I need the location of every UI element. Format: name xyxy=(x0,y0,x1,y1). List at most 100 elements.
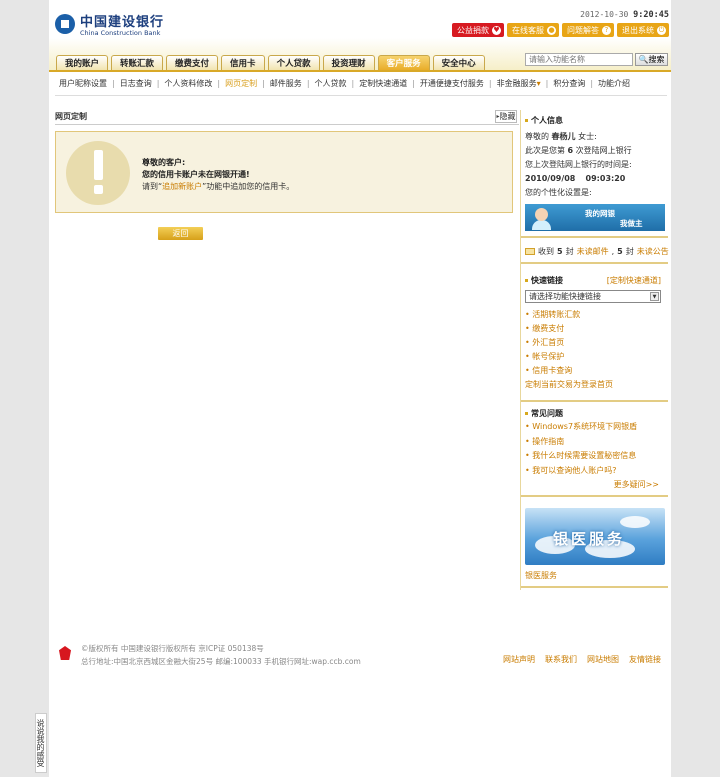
tab-payment[interactable]: 缴费支付 xyxy=(166,55,219,70)
personal-info-title: 个人信息 xyxy=(525,115,563,126)
exclamation-icon xyxy=(66,141,130,205)
search-button[interactable]: 🔍搜索 xyxy=(635,53,668,66)
chevron-down-icon: ▼ xyxy=(650,292,659,301)
faq-item[interactable]: 我可以查询他人账户吗? xyxy=(525,464,637,479)
tab-security-center[interactable]: 安全中心 xyxy=(432,55,485,70)
page: 中国建设银行 China Construction Bank 2012-10-3… xyxy=(49,0,671,777)
notice-text: 尊敬的客户: 您的信用卡账户未在网银开通! 请到“追加新账户”功能中追加您的信用… xyxy=(142,157,294,193)
subnav-points-query[interactable]: 积分查询 xyxy=(553,78,585,89)
personal-info: 尊敬的 春杨儿 女士: 此次是您第 6 次登陆网上银行 您上次登陆网上银行的时间… xyxy=(525,130,632,200)
date: 2012-10-30 xyxy=(580,10,629,19)
faq-list: Windows7系统环境下网银盾 操作指南 我什么时候需要设置秘密信息 我可以查… xyxy=(525,420,637,478)
donate-button[interactable]: 公益捐款 ♥ xyxy=(452,23,504,37)
envelope-icon xyxy=(525,248,535,255)
last-login-date: 2010/09/08 xyxy=(525,174,576,183)
subnav-mail-service[interactable]: 邮件服务 xyxy=(270,78,302,89)
search-icon: 🔍 xyxy=(638,55,649,64)
faq-item[interactable]: Windows7系统环境下网银盾 xyxy=(525,420,637,435)
faq-item[interactable]: 操作指南 xyxy=(525,435,637,450)
personal-setting-label: 您的个性化设置是: xyxy=(525,188,592,197)
subnav-quick-channel[interactable]: 定制快速通道 xyxy=(359,78,407,89)
subnav-convenient-pay[interactable]: 开通便捷支付服务 xyxy=(420,78,484,89)
datetime: 2012-10-30 9:20:45 xyxy=(580,10,669,20)
add-account-link[interactable]: 追加新账户 xyxy=(162,182,202,191)
quick-link-item[interactable]: 缴费支付 xyxy=(525,322,613,336)
footer-links: 网站声明 联系我们 网站地图 友情链接 xyxy=(503,654,661,665)
title-divider xyxy=(55,124,519,125)
bank-hospital-link[interactable]: 银医服务 xyxy=(525,570,557,581)
last-login-label: 您上次登陆网上银行的时间是: xyxy=(525,160,632,169)
ccb-logo[interactable]: 中国建设银行 China Construction Bank xyxy=(55,11,164,37)
subnav-personal-loan[interactable]: 个人贷款 xyxy=(315,78,347,89)
online-service-button[interactable]: 在线客服 ● xyxy=(507,23,559,37)
quick-link-item[interactable]: 信用卡查询 xyxy=(525,364,613,378)
footer-link-statement[interactable]: 网站声明 xyxy=(503,654,535,665)
exit-icon: ⏻ xyxy=(657,25,666,35)
tab-transfer[interactable]: 转账汇款 xyxy=(111,55,164,70)
quick-link-item[interactable]: 外汇首页 xyxy=(525,336,613,350)
search-bar: 🔍搜索 xyxy=(525,53,668,66)
subnav-non-financial[interactable]: 非金融服务▾ xyxy=(497,78,541,89)
unread-notice-link[interactable]: 未读公告 xyxy=(637,246,669,257)
notice-box: 尊敬的客户: 您的信用卡账户未在网银开通! 请到“追加新账户”功能中追加您的信用… xyxy=(55,131,513,213)
back-button[interactable]: 返回 xyxy=(158,227,203,240)
tab-customer-service[interactable]: 客户服务 xyxy=(377,55,430,70)
hide-panel-button[interactable]: ▸ 隐藏 xyxy=(495,110,517,123)
subnav-page-custom[interactable]: 网页定制 xyxy=(225,78,257,89)
quick-links-title: 快速链接 xyxy=(525,275,563,286)
faq-title: 常见问题 xyxy=(525,408,563,419)
time: 9:20:45 xyxy=(633,10,669,20)
sub-navigation: 用户昵称设置 | 日志查询 | 个人资料修改 | 网页定制 | 邮件服务 | 个人贷款 | … xyxy=(59,78,631,89)
tab-credit-card[interactable]: 信用卡 xyxy=(221,55,265,70)
more-questions-link[interactable]: 更多疑问>> xyxy=(614,479,659,490)
notice-greeting: 尊敬的客户: xyxy=(142,158,186,167)
unread-mail-link[interactable]: 未读邮件 xyxy=(577,246,609,257)
top-buttons: 公益捐款 ♥ 在线客服 ● 问题解答 ? 退出系统 ⏻ xyxy=(452,23,669,37)
right-sidebar: 个人信息 尊敬的 春杨儿 女士: 此次是您第 6 次登陆网上银行 您上次登陆网上… xyxy=(520,110,669,590)
address: 总行地址:中国北京西城区金融大街25号 邮编:100033 手机银行网址:wap… xyxy=(81,657,361,666)
tabs-divider xyxy=(49,70,671,72)
logo-cn: 中国建设银行 xyxy=(80,15,165,30)
chevron-down-icon: ▾ xyxy=(536,79,541,88)
visit-count: 6 xyxy=(567,146,574,155)
logo-en: China Construction Bank xyxy=(80,29,161,37)
subnav-feature-intro[interactable]: 功能介绍 xyxy=(598,78,630,89)
logout-button[interactable]: 退出系统 ⏻ xyxy=(617,23,669,37)
footer-link-sitemap[interactable]: 网站地图 xyxy=(587,654,619,665)
ccb-logo-icon xyxy=(55,14,75,34)
main-tabs: 我的账户 转账汇款 缴费支付 信用卡 个人贷款 投资理财 客户服务 安全中心 xyxy=(56,55,485,70)
footer-link-contact[interactable]: 联系我们 xyxy=(545,654,577,665)
quick-link-item[interactable]: 帐号保护 xyxy=(525,350,613,364)
set-homepage-link[interactable]: 定制当前交易为登录首页 xyxy=(525,378,613,392)
quick-link-select[interactable]: 请选择功能快捷链接 ▼ xyxy=(525,290,661,303)
heart-icon: ♥ xyxy=(492,25,501,35)
my-bank-banner[interactable]: 我的网银 我做主 xyxy=(525,204,665,231)
subnav-nickname[interactable]: 用户昵称设置 xyxy=(59,78,107,89)
page-title: 网页定制 xyxy=(55,112,87,121)
avatar-icon xyxy=(535,208,548,221)
quick-link-item[interactable]: 活期转账汇款 xyxy=(525,308,613,322)
question-icon: ? xyxy=(602,25,611,35)
footer-link-friends[interactable]: 友情链接 xyxy=(629,654,661,665)
subnav-profile-edit[interactable]: 个人资料修改 xyxy=(164,78,212,89)
quick-links-list: 活期转账汇款 缴费支付 外汇首页 帐号保护 信用卡查询 定制当前交易为登录首页 xyxy=(525,308,613,392)
tab-investment[interactable]: 投资理财 xyxy=(322,55,375,70)
user-name: 春杨儿 xyxy=(551,132,576,141)
banner-text: 银医服务 xyxy=(553,530,626,548)
faq-button[interactable]: 问题解答 ? xyxy=(562,23,614,37)
feedback-tab[interactable]: 说说我的感受 xyxy=(35,713,47,773)
bank-hospital-banner[interactable]: 银医服务 xyxy=(525,508,665,565)
tab-personal-loan[interactable]: 个人贷款 xyxy=(267,55,320,70)
subnav-log-query[interactable]: 日志查询 xyxy=(120,78,152,89)
emblem-icon xyxy=(59,646,71,660)
subnav-divider xyxy=(55,95,667,96)
customize-quick-link[interactable]: [定制快速通道] xyxy=(607,275,661,286)
faq-item[interactable]: 我什么时候需要设置秘密信息 xyxy=(525,449,637,464)
notice-message: 您的信用卡账户未在网银开通! xyxy=(142,170,250,179)
tab-my-account[interactable]: 我的账户 xyxy=(56,55,109,70)
chat-icon: ● xyxy=(547,25,556,35)
notice-hint: 请到“追加新账户”功能中追加您的信用卡。 xyxy=(142,182,295,191)
mail-notice: 收到 5 封 未读邮件, 5 封 未读公告 xyxy=(525,246,669,257)
search-input[interactable] xyxy=(525,53,633,66)
copyright: ©版权所有 中国建设银行版权所有 京ICP证 050138号 xyxy=(81,644,264,653)
